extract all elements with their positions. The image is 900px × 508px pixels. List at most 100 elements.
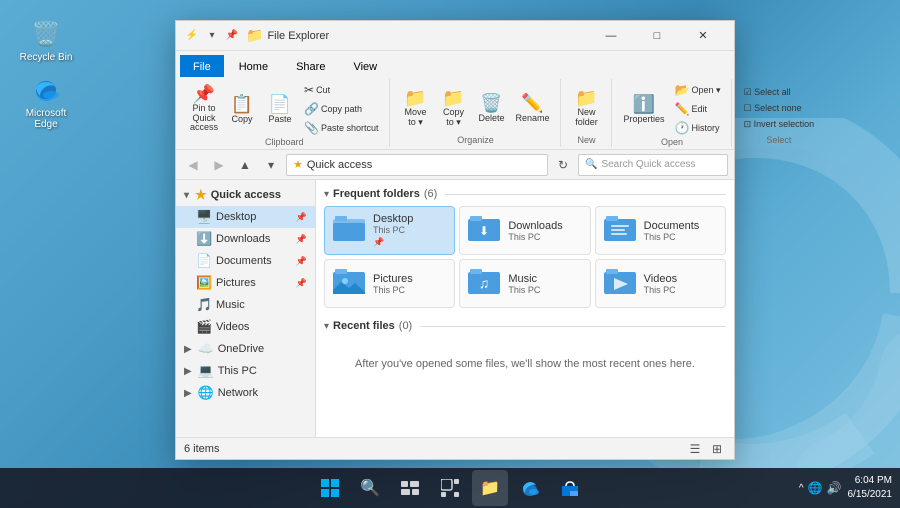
ribbon-tabs: File Home Share View — [176, 51, 734, 77]
taskbar-time-display[interactable]: 6:04 PM 6/15/2021 — [848, 474, 893, 502]
recycle-bin-icon: 🗑️ — [30, 18, 62, 50]
minimize-button[interactable]: — — [588, 21, 634, 51]
tab-share[interactable]: Share — [283, 55, 338, 77]
desktop-folder-icon — [333, 213, 365, 248]
up-button[interactable]: ▲ — [234, 154, 256, 176]
widgets-button[interactable] — [432, 470, 468, 506]
sidebar-quick-access[interactable]: ▾ ★ Quick access — [176, 184, 315, 206]
file-explorer-taskbar[interactable]: 📁 — [472, 470, 508, 506]
downloads-folder-location: This PC — [508, 232, 562, 242]
move-to-button[interactable]: 📁 Moveto ▾ — [398, 87, 434, 130]
pin-to-quick-access-button[interactable]: 📌 Pin to Quickaccess — [186, 83, 222, 136]
ribbon: File Home Share View 📌 Pin to Quickacces… — [176, 51, 734, 150]
select-buttons: ☑ Select all ☐ Select none ⊡ Invert sele… — [740, 81, 819, 135]
volume-tray-icon[interactable]: 🔊 — [827, 481, 842, 495]
new-folder-button[interactable]: 📁 Newfolder — [569, 87, 605, 130]
window-title: File Explorer — [267, 30, 588, 42]
music-sidebar-icon: 🎵 — [196, 297, 212, 313]
sidebar-item-network[interactable]: ▶ 🌐 Network — [176, 382, 315, 404]
close-button[interactable]: ✕ — [680, 21, 726, 51]
this-pc-sidebar-icon: 💻 — [198, 363, 214, 379]
rename-icon: ✏️ — [521, 94, 543, 112]
frequent-folders-count: (6) — [424, 188, 437, 200]
documents-folder-name: Documents — [644, 220, 700, 232]
open-button[interactable]: 📂 Open ▾ — [671, 81, 725, 99]
grid-view-button[interactable]: ⊞ — [708, 440, 726, 458]
task-view-button[interactable] — [392, 470, 428, 506]
sidebar-item-music[interactable]: 🎵 Music — [176, 294, 315, 316]
folder-item-music[interactable]: ♫ Music This PC — [459, 259, 590, 308]
refresh-button[interactable]: ↻ — [552, 154, 574, 176]
search-button[interactable]: 🔍 — [352, 470, 388, 506]
address-path[interactable]: ★ Quick access — [286, 154, 548, 176]
edit-button[interactable]: ✏️ Edit — [671, 100, 725, 118]
paste-shortcut-button[interactable]: 📎 Paste shortcut — [300, 119, 382, 137]
properties-icon: ℹ️ — [633, 95, 655, 113]
folder-item-desktop[interactable]: Desktop This PC 📌 — [324, 206, 455, 255]
start-button[interactable] — [312, 470, 348, 506]
select-all-button[interactable]: ☑ Select all — [740, 85, 819, 100]
clipboard-buttons: 📌 Pin to Quickaccess 📋 Copy 📄 Paste — [186, 81, 383, 137]
sidebar-item-desktop[interactable]: 🖥️ Desktop 📌 — [176, 206, 315, 228]
invert-selection-button[interactable]: ⊡ Invert selection — [740, 117, 819, 132]
search-icon: 🔍 — [585, 159, 597, 170]
delete-button[interactable]: 🗑️ Delete — [474, 92, 510, 125]
cut-icon: ✂ — [304, 83, 314, 97]
pictures-sidebar-icon: 🖼️ — [196, 275, 212, 291]
taskbar-date: 6/15/2021 — [848, 488, 893, 502]
copy-button[interactable]: 📋 Copy — [224, 93, 260, 126]
folder-item-videos[interactable]: Videos This PC — [595, 259, 726, 308]
folder-item-documents[interactable]: Documents This PC — [595, 206, 726, 255]
desktop-icon-recycle-bin[interactable]: 🗑️ Recycle Bin — [14, 14, 78, 67]
taskbar: 🔍 📁 — [0, 468, 900, 508]
list-view-button[interactable]: ☰ — [686, 440, 704, 458]
cut-button[interactable]: ✂ Cut — [300, 81, 382, 99]
sidebar-item-onedrive[interactable]: ▶ ☁️ OneDrive — [176, 338, 315, 360]
recent-files-line — [420, 326, 726, 327]
copy-path-button[interactable]: 🔗 Copy path — [300, 100, 382, 118]
title-bar-icons: ⚡ ▾ 📌 — [184, 28, 240, 44]
sidebar-item-downloads[interactable]: ⬇️ Downloads 📌 — [176, 228, 315, 250]
folder-item-downloads[interactable]: ⬇ Downloads This PC — [459, 206, 590, 255]
edge-taskbar[interactable] — [512, 470, 548, 506]
recent-files-toggle[interactable]: ▾ — [324, 321, 329, 332]
open-label: Open — [661, 137, 683, 147]
history-button[interactable]: 🕐 History — [671, 119, 725, 137]
recent-files-title: Recent files — [333, 320, 395, 332]
paste-button[interactable]: 📄 Paste — [262, 93, 298, 126]
select-none-button[interactable]: ☐ Select none — [740, 101, 819, 116]
tab-view[interactable]: View — [340, 55, 390, 77]
tab-home[interactable]: Home — [226, 55, 281, 77]
recent-locations-button[interactable]: ▾ — [260, 154, 282, 176]
sidebar-item-documents[interactable]: 📄 Documents 📌 — [176, 250, 315, 272]
forward-button[interactable]: ▶ — [208, 154, 230, 176]
desktop: 🗑️ Recycle Bin MicrosoftEdge ⚡ ▾ 📌 📁 Fil… — [0, 0, 900, 508]
address-path-text: Quick access — [307, 159, 372, 171]
title-pin: 📌 — [224, 28, 240, 44]
sidebar-item-videos[interactable]: 🎬 Videos — [176, 316, 315, 338]
copy-to-icon: 📁 — [442, 89, 464, 107]
properties-button[interactable]: ℹ️ Properties — [620, 93, 669, 126]
music-folder-info: Music This PC — [508, 273, 540, 295]
tab-file[interactable]: File — [180, 55, 224, 77]
rename-button[interactable]: ✏️ Rename — [512, 92, 554, 125]
frequent-folders-toggle[interactable]: ▾ — [324, 189, 329, 200]
edit-icon: ✏️ — [675, 102, 690, 116]
search-box[interactable]: 🔍 Search Quick access — [578, 154, 728, 176]
network-tray-icon: 🌐 — [808, 481, 823, 495]
music-folder-icon: ♫ — [468, 266, 500, 301]
back-button[interactable]: ◀ — [182, 154, 204, 176]
sidebar-item-pictures[interactable]: 🖼️ Pictures 📌 — [176, 272, 315, 294]
tray-arrow[interactable]: ^ — [799, 483, 804, 494]
title-up-arrow: ▾ — [204, 28, 220, 44]
maximize-button[interactable]: □ — [634, 21, 680, 51]
network-sidebar-icon: 🌐 — [198, 385, 214, 401]
copy-to-button[interactable]: 📁 Copyto ▾ — [436, 87, 472, 130]
folder-grid: Desktop This PC 📌 ⬇ — [324, 206, 726, 308]
new-label: New — [578, 135, 596, 145]
sidebar-item-this-pc[interactable]: ▶ 💻 This PC — [176, 360, 315, 382]
desktop-icon-ms-edge[interactable]: MicrosoftEdge — [14, 70, 78, 134]
store-taskbar[interactable] — [552, 470, 588, 506]
content-area: ▾ Frequent folders (6) — [316, 180, 734, 437]
folder-item-pictures[interactable]: Pictures This PC — [324, 259, 455, 308]
